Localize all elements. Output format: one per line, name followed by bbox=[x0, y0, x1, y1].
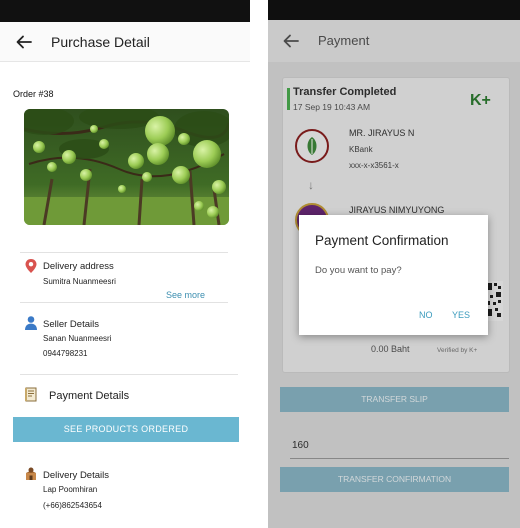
dialog-title: Payment Confirmation bbox=[315, 233, 449, 248]
delivery-phone: (+66)862543654 bbox=[43, 501, 102, 510]
order-number: Order #38 bbox=[13, 89, 54, 99]
page-title: Purchase Detail bbox=[51, 34, 150, 50]
product-image bbox=[24, 109, 229, 225]
see-products-ordered-button[interactable]: SEE PRODUCTS ORDERED bbox=[13, 417, 239, 442]
person-icon bbox=[24, 315, 38, 331]
dialog-no-button[interactable]: NO bbox=[419, 310, 433, 320]
purchase-detail-screen: Purchase Detail Order #38 Delivery addre… bbox=[0, 0, 250, 528]
seller-details-title: Seller Details bbox=[43, 319, 99, 330]
receipt-icon bbox=[24, 387, 38, 403]
back-arrow-icon[interactable] bbox=[15, 33, 33, 51]
app-bar: Purchase Detail bbox=[0, 22, 250, 62]
location-pin-icon bbox=[24, 258, 38, 274]
dialog-yes-button[interactable]: YES bbox=[452, 310, 470, 320]
delivery-address-name: Sumitra Nuanmeesri bbox=[43, 277, 116, 286]
payment-screen: Payment Transfer Completed 17 Sep 19 10:… bbox=[268, 0, 520, 528]
delivery-details-title: Delivery Details bbox=[43, 470, 109, 481]
payment-confirmation-dialog: Payment Confirmation Do you want to pay?… bbox=[299, 215, 488, 335]
see-more-link[interactable]: See more bbox=[166, 290, 205, 300]
divider bbox=[20, 302, 228, 303]
payment-details-title: Payment Details bbox=[49, 390, 130, 402]
delivery-name: Lap Poomhiran bbox=[43, 485, 98, 494]
dialog-message: Do you want to pay? bbox=[315, 265, 402, 276]
divider bbox=[20, 374, 238, 375]
divider bbox=[20, 252, 228, 253]
seller-phone: 0944798231 bbox=[43, 349, 88, 358]
courier-icon bbox=[24, 466, 38, 482]
status-bar bbox=[0, 0, 250, 22]
seller-name: Sanan Nuanmeesri bbox=[43, 334, 112, 343]
delivery-address-title: Delivery address bbox=[43, 261, 114, 272]
